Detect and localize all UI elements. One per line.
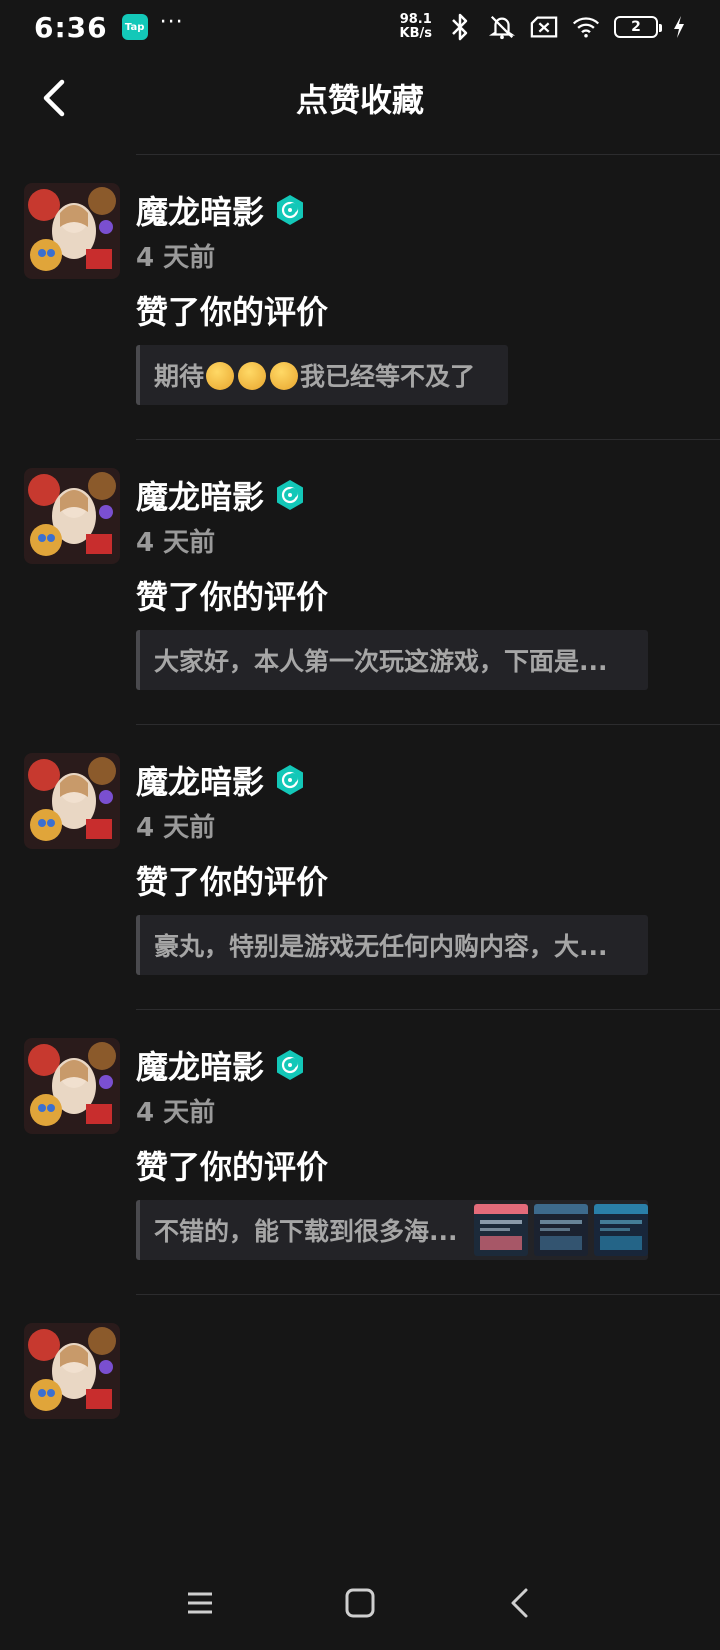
network-speed: 98.1 KB/s — [400, 13, 432, 41]
list-item[interactable]: 魔龙暗影 4 天前 赞了你的评价 不错的，能下载到很多海... — [0, 1010, 720, 1295]
user-name-row: 魔龙暗影 — [136, 757, 306, 803]
status-time: 6:36 — [34, 10, 108, 44]
timestamp: 4 天前 — [136, 813, 216, 843]
avatar-image — [24, 183, 120, 279]
quoted-review[interactable]: 豪丸，特别是游戏无任何内购内容，大... — [136, 915, 648, 975]
verified-badge-icon — [277, 1050, 304, 1080]
more-notifications-icon: ··· — [159, 10, 184, 35]
avatar-image — [24, 1323, 120, 1419]
quote-text: 大家好，本人第一次玩这游戏，下面是... — [154, 647, 608, 676]
quote-text-prefix: 期待 — [154, 362, 205, 391]
chevron-left-icon — [43, 79, 65, 117]
avatar[interactable] — [24, 753, 120, 849]
menu-button[interactable] — [170, 1573, 230, 1633]
list-item[interactable]: 魔龙暗影 4 天前 赞了你的评价 豪丸，特别是游戏无任何内购内容，大... — [0, 725, 720, 1010]
thumbnail-image — [474, 1204, 528, 1256]
smiley-emoji-icon — [206, 362, 235, 390]
review-thumbnail[interactable] — [534, 1204, 588, 1256]
timestamp: 4 天前 — [136, 1098, 216, 1128]
action-text: 赞了你的评价 — [136, 578, 329, 616]
review-thumbnail[interactable] — [474, 1204, 528, 1256]
avatar-image — [24, 468, 120, 564]
smiley-emoji-icon — [238, 362, 267, 390]
user-name-row: 魔龙暗影 — [136, 472, 306, 518]
quote-text: 不错的，能下载到很多海... — [154, 1217, 458, 1246]
system-back-button[interactable] — [490, 1573, 550, 1633]
user-name[interactable]: 魔龙暗影 — [136, 472, 264, 518]
quote-text-suffix: 我已经等不及了 — [300, 362, 476, 391]
list-item[interactable]: 魔龙暗影 4 天前 赞了你的评价 大家好，本人第一次玩这游戏，下面是... — [0, 440, 720, 725]
home-button[interactable] — [330, 1573, 390, 1633]
action-text: 赞了你的评价 — [136, 293, 329, 331]
quote-text: 期待 我已经等不及了 — [154, 357, 475, 393]
home-square-icon — [345, 1588, 375, 1618]
network-speed-value: 98.1 — [399, 12, 432, 27]
status-bar: 6:36 Tap ··· 98.1 KB/s 2 — [0, 0, 720, 54]
back-button[interactable] — [30, 74, 78, 122]
battery-indicator: 2 — [614, 16, 662, 38]
avatar-image — [24, 1038, 120, 1134]
network-speed-unit: KB/s — [399, 26, 432, 41]
avatar-image — [24, 753, 120, 849]
thumbnail-image — [594, 1204, 648, 1256]
status-icons: 98.1 KB/s 2 — [400, 13, 686, 41]
timestamp: 4 天前 — [136, 243, 216, 273]
avatar[interactable] — [24, 1323, 120, 1419]
user-name-row: 魔龙暗影 — [136, 187, 306, 233]
verified-badge-icon — [277, 765, 304, 795]
user-name-row: 魔龙暗影 — [136, 1042, 306, 1088]
quoted-review[interactable]: 不错的，能下载到很多海... — [136, 1200, 648, 1260]
page-header: 点赞收藏 — [0, 58, 720, 138]
action-text: 赞了你的评价 — [136, 1148, 329, 1186]
like-list[interactable]: 魔龙暗影 4 天前 赞了你的评价 支持 魔龙暗影 4 — [0, 138, 720, 1556]
menu-icon — [188, 1592, 212, 1614]
system-nav-bar — [0, 1556, 720, 1650]
avatar[interactable] — [24, 183, 120, 279]
charging-icon — [672, 13, 686, 41]
verified-badge-icon — [277, 480, 304, 510]
quote-text: 豪丸，特别是游戏无任何内购内容，大... — [154, 932, 608, 961]
avatar[interactable] — [24, 1038, 120, 1134]
quoted-review[interactable]: 期待 我已经等不及了 — [136, 345, 508, 405]
mute-bell-icon — [488, 13, 516, 41]
wifi-icon — [572, 13, 600, 41]
avatar[interactable] — [24, 468, 120, 564]
page-title: 点赞收藏 — [295, 81, 424, 119]
smiley-emoji-icon — [270, 362, 299, 390]
list-item-partial[interactable] — [0, 1295, 720, 1556]
verified-badge-icon — [277, 195, 304, 225]
list-item[interactable]: 魔龙暗影 4 天前 赞了你的评价 期待 我已经等不及了 — [0, 155, 720, 440]
user-name[interactable]: 魔龙暗影 — [136, 757, 264, 803]
tap-app-icon: Tap — [121, 14, 148, 40]
list-item[interactable]: 魔龙暗影 4 天前 赞了你的评价 支持 — [0, 138, 720, 155]
bluetooth-icon — [446, 13, 474, 41]
user-name[interactable]: 魔龙暗影 — [136, 187, 264, 233]
action-text: 赞了你的评价 — [136, 863, 329, 901]
review-thumbnail[interactable] — [594, 1204, 648, 1256]
back-icon — [511, 1588, 528, 1618]
timestamp: 4 天前 — [136, 528, 216, 558]
quoted-review[interactable]: 大家好，本人第一次玩这游戏，下面是... — [136, 630, 648, 690]
thumbnail-image — [534, 1204, 588, 1256]
user-name[interactable]: 魔龙暗影 — [136, 1042, 264, 1088]
no-sim-icon — [530, 13, 558, 41]
